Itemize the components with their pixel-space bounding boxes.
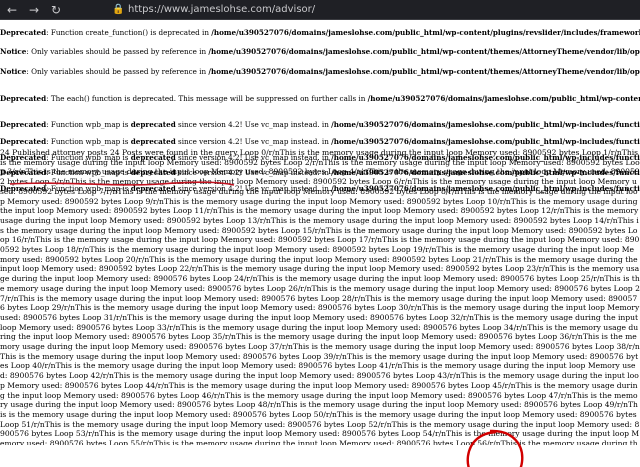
notice-level: Deprecated <box>0 137 47 146</box>
php-notice: Notice: Only variables should be passed … <box>0 67 640 77</box>
php-notice: Deprecated: The each() function is depre… <box>0 94 640 104</box>
notice-text: since version 4.2! Use vc_map instead. i… <box>175 120 332 129</box>
debug-output: 24 Published attorney posts 24 Posts wer… <box>0 148 640 445</box>
notice-file: /home/u390527076/domains/jameslohse.com/… <box>208 67 640 76</box>
notice-file: /home/u390527076/domains/jameslohse.com/… <box>367 94 640 103</box>
notice-level: Deprecated <box>0 120 47 129</box>
php-notice: Notice: Only variables should be passed … <box>0 47 640 57</box>
notice-text: : The each() function is deprecated. Thi… <box>46 94 368 103</box>
notice-file: /home/u390527076/domains/jameslohse.com/… <box>331 120 640 129</box>
reload-icon[interactable]: ↻ <box>48 2 64 18</box>
notice-text: deprecated <box>130 137 176 146</box>
notice-text: since version 4.2! Use vc_map instead. i… <box>175 137 332 146</box>
php-notice: Deprecated: Function create_function() i… <box>0 28 640 38</box>
browser-toolbar: ← → ↻ 🔒 https://www.jameslohse.com/advis… <box>0 0 640 20</box>
php-notice: Deprecated: Function wpb_map is deprecat… <box>0 137 640 147</box>
notice-level: Deprecated <box>0 28 47 37</box>
notice-text: deprecated <box>130 120 176 129</box>
notice-file: /home/u390527076/domains/jameslohse.com/… <box>211 28 640 37</box>
page-content: Deprecated: Function create_function() i… <box>0 22 640 467</box>
notice-text: : Function wpb_map is <box>46 137 131 146</box>
notice-level: Notice <box>0 67 27 76</box>
notice-text: : Function wpb_map is <box>46 120 131 129</box>
notice-text: : Only variables should be passed by ref… <box>26 67 209 76</box>
arrow-left-icon[interactable]: ← <box>4 2 20 18</box>
notice-text: : Only variables should be passed by ref… <box>26 47 209 56</box>
arrow-right-icon[interactable]: → <box>26 2 42 18</box>
notice-text: : Function create_function() is deprecat… <box>46 28 212 37</box>
notice-file: /home/u390527076/domains/jameslohse.com/… <box>331 137 640 146</box>
lock-icon[interactable]: 🔒 <box>112 4 124 16</box>
address-bar[interactable]: https://www.jameslohse.com/advisor/ <box>128 3 315 17</box>
php-notice: Deprecated: Function wpb_map is deprecat… <box>0 120 640 130</box>
notice-level: Deprecated <box>0 94 47 103</box>
notice-level: Notice <box>0 47 27 56</box>
notice-file: /home/u390527076/domains/jameslohse.com/… <box>208 47 640 56</box>
